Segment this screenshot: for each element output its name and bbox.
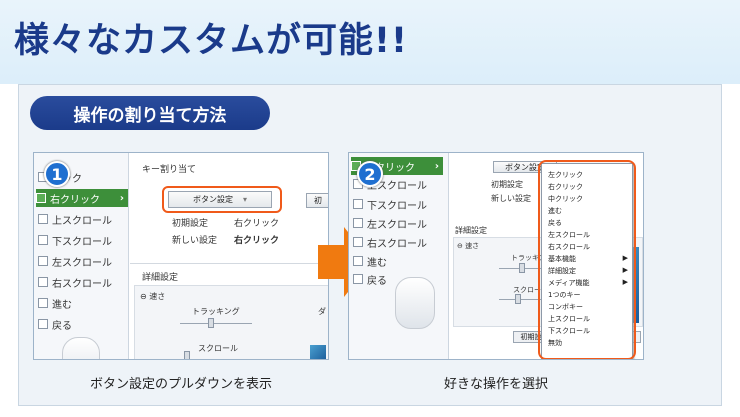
tracking-slider-thumb[interactable] — [519, 263, 525, 273]
headline: 様々なカスタムが可能!! — [14, 21, 408, 61]
step1-badge: 1 — [44, 161, 70, 187]
initial-setting-value: 右クリック — [234, 219, 280, 229]
new-setting-label: 新しい設定 — [172, 236, 218, 246]
collapse-icon: ⊖ — [140, 292, 150, 301]
detail-settings-label: 詳細設定 — [142, 273, 179, 283]
button-icon — [353, 274, 363, 284]
mouse-image — [62, 337, 100, 359]
step1-item-back[interactable]: 戻る — [38, 315, 126, 333]
button-icon — [38, 256, 48, 266]
caption-step1: ボタン設定のプルダウンを表示 — [89, 377, 272, 392]
cut-button[interactable]: 初 — [306, 193, 328, 208]
initial-setting-label: 初期設定 — [491, 180, 523, 189]
tracking-label: トラッキング — [192, 307, 240, 316]
preview-image — [310, 345, 326, 359]
button-icon — [38, 277, 48, 287]
step1-settings: キー割り当て ボタン設定 ▾ 初 初期設定 右クリック 新しい設定 右クリック 詳… — [130, 153, 328, 359]
collapse-icon: ⊖ — [457, 242, 466, 250]
scroll-slider-thumb[interactable] — [184, 351, 190, 359]
step1-item-scroll-down[interactable]: 下スクロール — [38, 231, 126, 249]
button-icon — [353, 256, 363, 266]
step1-item-scroll-up[interactable]: 上スクロール — [38, 210, 126, 228]
step2-screenshot: 右クリック › 上スクロール 下スクロール 左スクロール 右スクロール 進む 戻る… — [348, 152, 644, 360]
button-icon — [38, 214, 48, 224]
button-icon — [353, 237, 363, 247]
speed-label: ⊖ 速さ — [457, 242, 480, 250]
new-setting-label: 新しい設定 — [491, 194, 531, 203]
step1-screenshot: リック 右クリック› 上スクロール 下スクロール 左スクロール 右スクロール 進… — [33, 152, 329, 360]
step2-item-scroll-down[interactable]: 下スクロール — [353, 195, 441, 213]
divider — [130, 263, 328, 264]
step1-item-forward[interactable]: 進む — [38, 294, 126, 312]
mouse-image — [395, 277, 435, 329]
highlight-box — [162, 186, 282, 213]
tracking-slider[interactable] — [180, 323, 252, 324]
key-assign-label: キー割り当て — [142, 165, 197, 175]
step1-item-scroll-right[interactable]: 右スクロール — [38, 273, 126, 291]
button-icon — [38, 319, 48, 329]
highlight-box — [538, 160, 636, 359]
button-icon — [38, 235, 48, 245]
chevron-right-icon: › — [119, 192, 124, 204]
initial-setting-label: 初期設定 — [172, 219, 209, 229]
scroll-label: スクロール — [198, 344, 238, 353]
new-setting-value: 右クリック — [234, 236, 280, 246]
caption-step2: 好きな操作を選択 — [443, 377, 548, 392]
step2-item-scroll-right[interactable]: 右スクロール — [353, 233, 441, 251]
chevron-right-icon: › — [434, 160, 439, 172]
cut-label: ダ — [318, 307, 326, 316]
speed-label: ⊖ 速さ — [140, 292, 166, 301]
section-title-pill: 操作の割り当て方法 — [30, 96, 270, 130]
button-icon — [38, 298, 48, 308]
button-icon — [36, 193, 46, 203]
scroll-slider-thumb[interactable] — [515, 294, 521, 304]
button-icon — [353, 218, 363, 228]
step2-badge: 2 — [357, 161, 383, 187]
step2-item-scroll-left[interactable]: 左スクロール — [353, 214, 441, 232]
detail-settings-label: 詳細設定 — [455, 226, 487, 235]
step1-item-right-click[interactable]: 右クリック › — [36, 189, 128, 207]
button-icon — [353, 199, 363, 209]
tracking-slider-thumb[interactable] — [208, 318, 214, 328]
step2-item-forward[interactable]: 進む — [353, 252, 441, 270]
step1-item-scroll-left[interactable]: 左スクロール — [38, 252, 126, 270]
